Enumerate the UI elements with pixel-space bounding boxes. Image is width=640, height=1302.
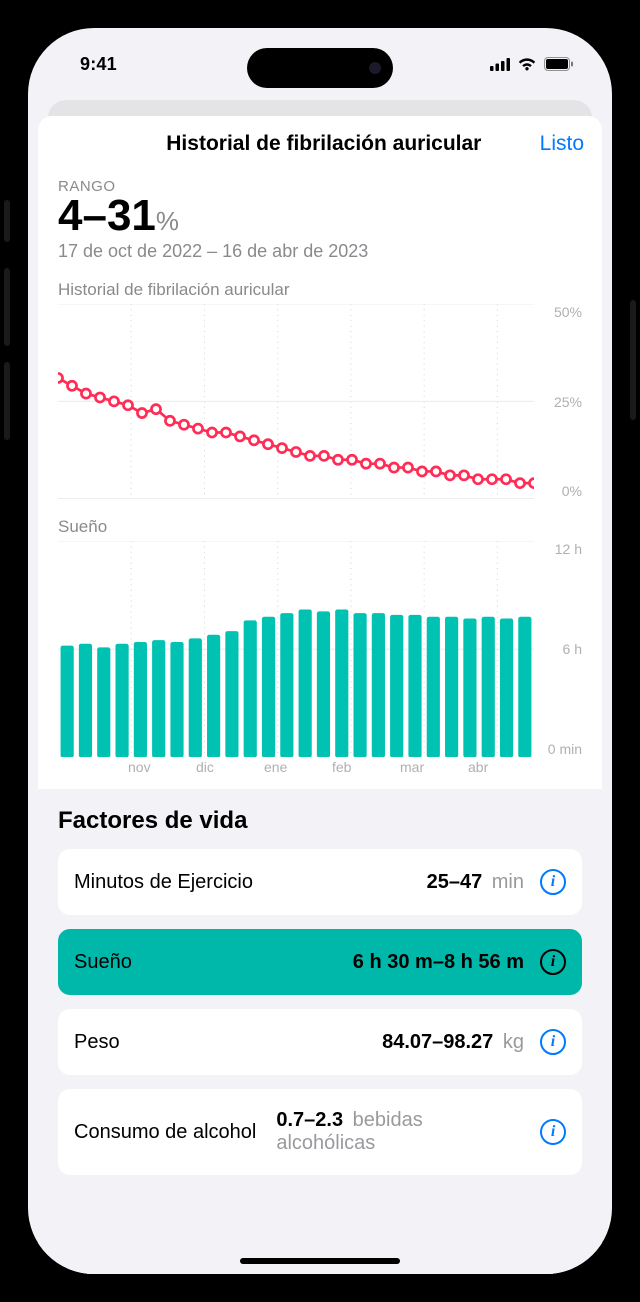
sleep-chart-plot	[58, 541, 534, 757]
factor-card-3[interactable]: Consumo de alcohol 0.7–2.3 bebidas alcoh…	[58, 1089, 582, 1175]
factor-value: 0.7–2.3	[276, 1109, 343, 1131]
x-axis-labels: novdicenefebmarabr	[58, 759, 582, 775]
factor-name: Consumo de alcohol	[74, 1121, 256, 1144]
factor-name: Minutos de Ejercicio	[74, 871, 253, 894]
modal-sheet: Historial de fibrilación auricular Listo…	[38, 116, 602, 1274]
sleep-chart-title: Sueño	[58, 517, 582, 537]
info-icon[interactable]: i	[540, 1119, 566, 1145]
factor-value-wrap: 6 h 30 m–8 h 56 m	[353, 951, 524, 974]
life-factors-heading: Factores de vida	[58, 807, 582, 835]
range-value: 4–31%	[58, 193, 582, 239]
wifi-icon	[517, 57, 537, 71]
battery-icon	[544, 57, 574, 71]
sleep-y-axis: 12 h6 h0 min	[534, 541, 582, 757]
life-factors-list: Minutos de Ejercicio 25–47 min i Sueño 6…	[58, 849, 582, 1175]
factor-value: 84.07–98.27	[382, 1031, 493, 1053]
page-title: Historial de fibrilación auricular	[116, 132, 532, 156]
info-icon[interactable]: i	[540, 949, 566, 975]
factor-unit: kg	[497, 1031, 524, 1053]
factor-name: Peso	[74, 1031, 120, 1054]
done-button[interactable]: Listo	[540, 132, 584, 156]
factor-card-2[interactable]: Peso 84.07–98.27 kg i	[58, 1009, 582, 1075]
range-unit: %	[156, 206, 179, 236]
nav-bar: Historial de fibrilación auricular Listo	[38, 116, 602, 166]
info-icon[interactable]: i	[540, 869, 566, 895]
afib-chart[interactable]: Historial de fibrilación auricular 50%25…	[58, 280, 582, 499]
info-icon[interactable]: i	[540, 1029, 566, 1055]
factor-value-wrap: 84.07–98.27 kg	[382, 1031, 524, 1054]
factor-name: Sueño	[74, 951, 132, 974]
factor-card-1[interactable]: Sueño 6 h 30 m–8 h 56 m i	[58, 929, 582, 995]
dynamic-island	[247, 48, 393, 88]
home-indicator[interactable]	[240, 1258, 400, 1264]
factor-value: 25–47	[427, 871, 483, 893]
factor-value-wrap: 25–47 min	[427, 871, 524, 894]
afib-y-axis: 50%25%0%	[534, 304, 582, 499]
factor-value: 6 h 30 m–8 h 56 m	[353, 951, 524, 973]
factor-unit: min	[486, 871, 524, 893]
afib-chart-plot	[58, 304, 534, 499]
sleep-chart[interactable]: Sueño 12 h6 h0 min novdicenefebmarabr	[58, 517, 582, 775]
cellular-icon	[490, 58, 510, 71]
status-icons	[490, 57, 574, 71]
factor-value-wrap: 0.7–2.3 bebidas alcohólicas	[276, 1109, 524, 1155]
date-range: 17 de oct de 2022 – 16 de abr de 2023	[58, 241, 582, 262]
status-time: 9:41	[80, 54, 117, 75]
factor-card-0[interactable]: Minutos de Ejercicio 25–47 min i	[58, 849, 582, 915]
afib-chart-title: Historial de fibrilación auricular	[58, 280, 582, 300]
range-number: 4–31	[58, 191, 156, 240]
